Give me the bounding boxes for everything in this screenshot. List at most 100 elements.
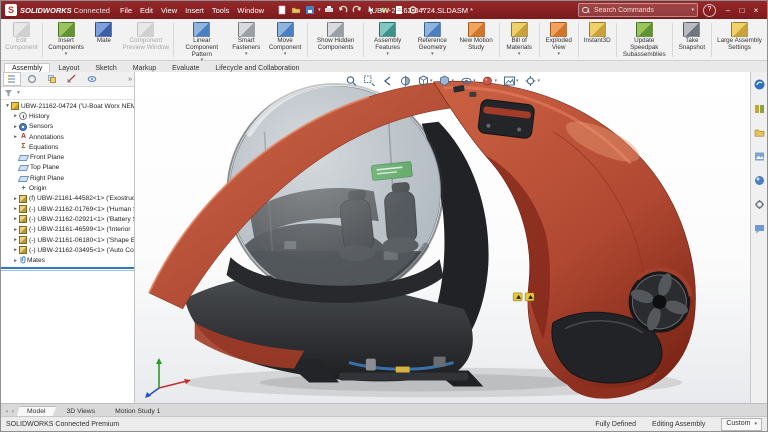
- tree-item-equations[interactable]: Σ Equations: [1, 142, 134, 152]
- expand-icon[interactable]: ▸: [12, 227, 19, 233]
- zoom-to-area-icon[interactable]: [363, 75, 375, 87]
- redo-icon[interactable]: [352, 5, 363, 16]
- ribbon-separator: [307, 23, 308, 57]
- menu-view[interactable]: View: [157, 6, 181, 15]
- submarine-3d-model[interactable]: [135, 72, 750, 404]
- title-bar: S SOLIDWORKSConnected File Edit View Ins…: [1, 1, 767, 19]
- tree-item-component[interactable]: ▸ (-) UBW-21161-46599<1> ('Interior: [1, 225, 134, 235]
- 3dexperience-icon[interactable]: [754, 77, 765, 95]
- tree-item-mates[interactable]: ▸ Mates: [1, 255, 134, 265]
- tree-item-history[interactable]: ▸ History: [1, 111, 134, 121]
- menu-tools[interactable]: Tools: [208, 6, 234, 15]
- tree-item-component[interactable]: ▸ (-) UBW-21162-02921<1> ('Battery S: [1, 214, 134, 224]
- reference-geometry-icon: [424, 22, 441, 37]
- help-button[interactable]: ?: [703, 4, 716, 17]
- view-orientation-icon[interactable]: ▾: [417, 75, 433, 87]
- ribbon-button-exploded-view[interactable]: Exploded View ▾: [542, 20, 576, 60]
- update-speedpak-icon: [636, 22, 653, 37]
- configurationmanager-tab[interactable]: [43, 72, 61, 86]
- ribbon-button-assembly-features[interactable]: Assembly Features ▾: [366, 20, 409, 60]
- print-icon[interactable]: [324, 5, 335, 16]
- expand-icon[interactable]: ▸: [12, 124, 19, 130]
- edit-appearance-icon[interactable]: ▾: [482, 75, 498, 87]
- expand-icon[interactable]: ▸: [12, 216, 19, 222]
- file-explorer-icon[interactable]: [754, 125, 765, 143]
- new-icon[interactable]: [276, 5, 287, 16]
- menu-window[interactable]: Window: [233, 6, 268, 15]
- expand-icon[interactable]: ▸: [12, 237, 19, 243]
- tree-item-origin[interactable]: + Origin: [1, 183, 134, 193]
- expand-icon[interactable]: ▸: [12, 247, 19, 253]
- forum-icon[interactable]: [754, 221, 765, 239]
- graphics-viewport[interactable]: ▾ ▾ ▾ ▾ ▾ ▾: [135, 72, 750, 404]
- custom-properties-icon[interactable]: [754, 197, 765, 215]
- ribbon-button-linear-component-pattern[interactable]: Linear Component Pattern ▾: [176, 20, 227, 60]
- expand-icon[interactable]: ▸: [12, 196, 19, 202]
- ribbon-button-show-hidden-components[interactable]: Show Hidden Components: [310, 20, 361, 60]
- rollback-bar[interactable]: [1, 267, 134, 269]
- menu-file[interactable]: File: [116, 6, 136, 15]
- tree-item-component[interactable]: ▸ (-) UBW-21161-06180<1> ('Shape El: [1, 235, 134, 245]
- tree-item-right-plane[interactable]: Right Plane: [1, 173, 134, 183]
- tree-item-component[interactable]: ▸ (-) UBW-21162-01769<1> ('Human S: [1, 204, 134, 214]
- ribbon-button-mate[interactable]: Mate: [87, 20, 120, 60]
- menu-edit[interactable]: Edit: [136, 6, 157, 15]
- tree-item-component[interactable]: ▸ (-) UBW-21162-03495<1> ('Auto Co: [1, 245, 134, 255]
- command-search[interactable]: ▾: [578, 3, 698, 17]
- panel-flyout-chevron-icon[interactable]: »: [128, 76, 132, 83]
- collapse-icon[interactable]: ▾: [4, 103, 11, 109]
- ribbon-button-component-preview-window[interactable]: Component Preview Window: [120, 20, 171, 60]
- save-icon[interactable]: [304, 5, 315, 16]
- expand-icon[interactable]: ▸: [12, 206, 19, 212]
- tree-item-root[interactable]: ▾ UBW-21162-04724 ('U-Boat Worx NEMO: [1, 101, 134, 111]
- ribbon-button-large-assembly-settings[interactable]: Large Assembly Settings: [714, 20, 765, 60]
- tree-item-sensors[interactable]: ▸ Sensors: [1, 122, 134, 132]
- previous-view-icon[interactable]: [381, 75, 393, 87]
- close-button[interactable]: ×: [749, 2, 763, 19]
- ribbon-button-take-snapshot[interactable]: Take Snapshot: [675, 20, 709, 60]
- tree-item-front-plane[interactable]: Front Plane: [1, 152, 134, 162]
- minimize-button[interactable]: –: [721, 2, 735, 19]
- filter-funnel-icon[interactable]: [4, 89, 13, 98]
- view-palette-icon[interactable]: [754, 149, 765, 167]
- ribbon-button-edit-component[interactable]: Edit Component: [3, 20, 40, 60]
- appearances-scenes-icon[interactable]: [754, 173, 765, 191]
- zoom-to-fit-icon[interactable]: [345, 75, 357, 87]
- displaymanager-tab[interactable]: [83, 72, 101, 86]
- ribbon-button-reference-geometry[interactable]: Reference Geometry ▾: [409, 20, 455, 60]
- tree-item-top-plane[interactable]: Top Plane: [1, 163, 134, 173]
- view-settings-icon[interactable]: ▾: [525, 75, 541, 87]
- titlebar-right: ▾ ? – □ ×: [578, 2, 763, 19]
- dimxpertmanager-tab[interactable]: [63, 72, 81, 86]
- save-dropdown-icon[interactable]: ▾: [318, 7, 321, 13]
- hide-show-items-icon[interactable]: ▾: [460, 75, 476, 87]
- ribbon-button-bill-of-materials[interactable]: Bill of Materials ▾: [502, 20, 537, 60]
- filter-dropdown-icon[interactable]: ▼: [16, 90, 21, 96]
- propertymanager-tab[interactable]: [23, 72, 41, 86]
- dropdown-caret-icon: ▾: [557, 52, 560, 57]
- ribbon-button-smart-fasteners[interactable]: Smart Fasteners ▾: [227, 20, 265, 60]
- expand-icon[interactable]: ▸: [12, 134, 19, 140]
- maximize-button[interactable]: □: [735, 2, 749, 19]
- search-input[interactable]: [592, 6, 688, 15]
- open-icon[interactable]: [290, 5, 301, 16]
- expand-icon[interactable]: ▸: [12, 258, 19, 264]
- menu-insert[interactable]: Insert: [181, 6, 208, 15]
- ribbon-separator: [539, 23, 540, 57]
- tree-item-annotations[interactable]: ▸ A Annotations: [1, 132, 134, 142]
- ribbon-button-instant3d[interactable]: Instant3D: [581, 20, 614, 60]
- display-style-icon[interactable]: ▾: [438, 75, 454, 87]
- apply-scene-icon[interactable]: ▾: [503, 75, 519, 87]
- section-view-icon[interactable]: [399, 75, 411, 87]
- undo-icon[interactable]: [338, 5, 349, 16]
- status-custom-dropdown[interactable]: Custom ▾: [721, 418, 762, 431]
- ribbon-button-new-motion-study[interactable]: New Motion Study: [456, 20, 497, 60]
- tree-item-component[interactable]: ▸ (f) UBW-21161-44582<1> ('Exostruc: [1, 194, 134, 204]
- search-dropdown-icon[interactable]: ▾: [691, 7, 694, 13]
- ribbon-button-insert-components[interactable]: Insert Components ▾: [45, 20, 88, 60]
- expand-icon[interactable]: ▸: [12, 113, 19, 119]
- ribbon-button-move-component[interactable]: Move Component ▾: [265, 20, 305, 60]
- design-library-icon[interactable]: [754, 101, 765, 119]
- featuremanager-tab[interactable]: [3, 72, 21, 86]
- ribbon-button-update-speedpak[interactable]: Update Speedpak Subassemblies: [619, 20, 670, 60]
